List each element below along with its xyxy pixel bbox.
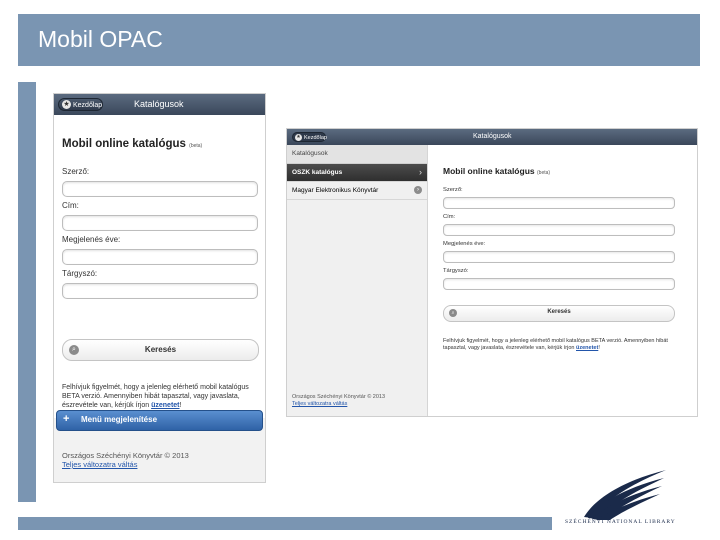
chevron-circle-icon: › bbox=[414, 186, 422, 194]
title-input[interactable] bbox=[62, 215, 258, 231]
home-button-label: Kezdőlap bbox=[304, 135, 327, 141]
sidebar-header: Katalógusok bbox=[287, 145, 427, 164]
slide-header: Mobil OPAC bbox=[18, 14, 700, 66]
copyright-text: Országos Széchényi Könyvtár © 2013 bbox=[292, 394, 386, 400]
tablet-screenshot: ★ Kezdőlap Katalógusok Katalógusok OSZK … bbox=[286, 128, 698, 417]
title-label: Cím: bbox=[62, 201, 79, 210]
tablet-bar-title: Katalógusok bbox=[473, 133, 512, 140]
notice-end: ! bbox=[598, 345, 600, 351]
phone-screenshot: ★ Kezdőlap Katalógusok Mobil online kata… bbox=[53, 93, 266, 483]
plus-icon: + bbox=[63, 413, 70, 425]
tablet-page-heading: Mobil online katalógus (beta) bbox=[443, 166, 550, 176]
star-icon: ★ bbox=[295, 134, 302, 141]
title-label: Cím: bbox=[443, 214, 456, 220]
sidebar-item-oszk[interactable]: OSZK katalógus › bbox=[287, 164, 427, 182]
tablet-home-button[interactable]: ★ Kezdőlap bbox=[292, 132, 327, 142]
message-link[interactable]: üzenetet bbox=[576, 345, 598, 351]
search-button-label: Keresés bbox=[547, 309, 571, 315]
library-logo-text: SZÉCHÉNYI NATIONAL LIBRARY bbox=[565, 519, 676, 525]
phone-search-button[interactable]: ⌕ Keresés bbox=[62, 339, 259, 361]
copyright-text: Országos Széchényi Könyvtár © 2013 bbox=[62, 451, 189, 460]
author-input[interactable] bbox=[443, 197, 675, 209]
sidebar-item-label: OSZK katalógus bbox=[292, 169, 343, 176]
chevron-right-icon: › bbox=[419, 167, 422, 177]
tablet-footer: Országos Széchényi Könyvtár © 2013 Telje… bbox=[292, 394, 385, 408]
year-input[interactable] bbox=[62, 249, 258, 265]
slide-title: Mobil OPAC bbox=[38, 26, 163, 52]
bottom-accent-bar bbox=[18, 517, 552, 530]
subject-input[interactable] bbox=[62, 283, 258, 299]
phone-home-button[interactable]: ★ Kezdőlap bbox=[58, 98, 103, 111]
beta-tag: (beta) bbox=[537, 170, 551, 176]
notice-text: Felhívjuk figyelmét, hogy a jelenleg elé… bbox=[443, 338, 668, 351]
home-button-label: Kezdőlap bbox=[73, 102, 103, 109]
sidebar-item-label: Magyar Elektronikus Könyvtár bbox=[292, 187, 379, 194]
subject-label: Tárgyszó: bbox=[443, 268, 469, 274]
phone-footer: Országos Széchényi Könyvtár © 2013 Telje… bbox=[62, 451, 189, 469]
message-link[interactable]: üzenetet bbox=[151, 402, 179, 409]
subject-label: Tárgyszó: bbox=[62, 269, 98, 278]
full-version-link[interactable]: Teljes változatra váltás bbox=[292, 401, 385, 408]
full-version-link[interactable]: Teljes változatra váltás bbox=[62, 460, 189, 469]
subject-input[interactable] bbox=[443, 278, 675, 290]
year-input[interactable] bbox=[443, 251, 675, 263]
sidebar-title: Katalógusok bbox=[292, 150, 328, 157]
notice-end: ! bbox=[179, 402, 182, 409]
tablet-top-bar: ★ Kezdőlap Katalógusok bbox=[287, 129, 697, 145]
search-button-label: Keresés bbox=[144, 345, 177, 354]
year-label: Megjelenés éve: bbox=[443, 241, 486, 247]
phone-top-bar: ★ Kezdőlap Katalógusok bbox=[54, 94, 265, 115]
title-input[interactable] bbox=[443, 224, 675, 236]
phone-bar-title: Katalógusok bbox=[134, 99, 184, 109]
author-label: Szerző: bbox=[443, 187, 463, 193]
author-label: Szerző: bbox=[62, 167, 90, 176]
heading-text: Mobil online katalógus bbox=[62, 138, 186, 150]
heading-text: Mobil online katalógus bbox=[443, 166, 535, 176]
tablet-beta-notice: Felhívjuk figyelmét, hogy a jelenleg elé… bbox=[443, 338, 683, 352]
year-label: Megjelenés éve: bbox=[62, 235, 121, 244]
phone-page-heading: Mobil online katalógus (beta) bbox=[62, 138, 202, 150]
sidebar-item-mek[interactable]: Magyar Elektronikus Könyvtár › bbox=[287, 182, 427, 200]
show-menu-label: Menü megjelenítése bbox=[81, 415, 158, 424]
tablet-main: Mobil online katalógus (beta) Szerző: Cí… bbox=[428, 145, 697, 416]
tablet-search-button[interactable]: ⌕ Keresés bbox=[443, 305, 675, 322]
beta-tag: (beta) bbox=[189, 143, 203, 149]
show-menu-button[interactable]: + Menü megjelenítése bbox=[56, 410, 263, 431]
tablet-sidebar: Katalógusok OSZK katalógus › Magyar Elek… bbox=[287, 145, 428, 416]
left-accent-bar bbox=[18, 82, 36, 502]
author-input[interactable] bbox=[62, 181, 258, 197]
phone-beta-notice: Felhívjuk figyelmét, hogy a jelenleg elé… bbox=[62, 383, 258, 410]
phone-content: Mobil online katalógus (beta) Szerző: Cí… bbox=[54, 115, 265, 418]
star-icon: ★ bbox=[62, 100, 71, 109]
